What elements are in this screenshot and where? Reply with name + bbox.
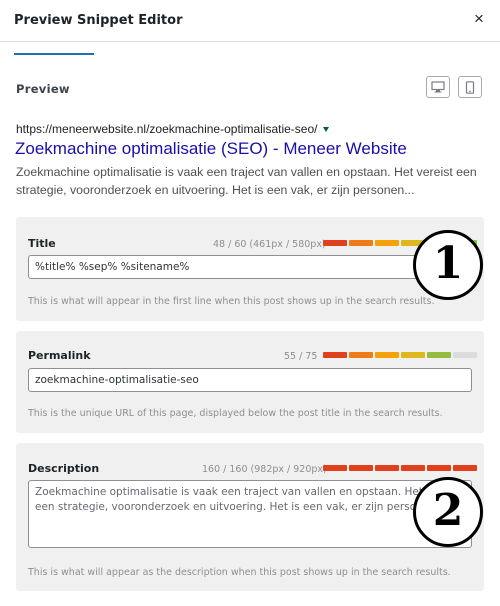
callout-marker-1: 1 [413,230,483,300]
meter-segment [349,352,373,358]
description-char-counter: 160 / 160 (982px / 920px) [202,464,327,475]
meter-segment [375,240,399,246]
meter-segment [323,240,347,246]
meter-segment [427,352,451,358]
preview-heading: Preview [16,82,70,96]
meter-segment [375,465,399,471]
meter-segment [453,465,477,471]
permalink-help-text: This is the unique URL of this page, dis… [28,408,443,419]
description-progress-meter [323,465,477,471]
callout-marker-2: 2 [413,477,483,547]
meter-segment [349,240,373,246]
meter-segment [323,352,347,358]
permalink-field-label: Permalink [28,349,91,362]
close-icon[interactable]: × [470,10,488,28]
snippet-description: Zoekmachine optimalisatie is vaak een tr… [16,165,477,197]
title-help-text: This is what will appear in the first li… [28,296,435,307]
meter-segment [427,465,451,471]
title-field-label: Title [28,237,56,250]
meter-segment [375,352,399,358]
description-field-label: Description [28,462,100,475]
desktop-preview-button[interactable] [426,76,450,98]
modal-header: Preview Snippet Editor × [0,0,500,42]
url-dropdown-icon [323,127,330,133]
active-tab-indicator [14,53,94,55]
meter-segment [323,465,347,471]
snippet-url: https://meneerwebsite.nl/zoekmachine-opt… [16,122,330,136]
snippet-title[interactable]: Zoekmachine optimalisatie (SEO) - Meneer… [15,139,407,159]
mobile-preview-button[interactable] [458,76,482,98]
permalink-char-counter: 55 / 75 [284,351,318,362]
permalink-field-card: Permalink 55 / 75 zoekmachine-optimalisa… [16,331,484,433]
meter-segment [453,352,477,358]
title-char-counter: 48 / 60 (461px / 580px) [213,239,326,250]
modal-title: Preview Snippet Editor [14,13,183,28]
description-textarea[interactable]: Zoekmachine optimalisatie is vaak een tr… [28,480,472,548]
mobile-icon [465,81,475,94]
permalink-input[interactable]: zoekmachine-optimalisatie-seo [28,368,472,392]
title-input[interactable]: %title% %sep% %sitename% [28,255,472,279]
meter-segment [349,465,373,471]
desktop-icon [431,81,445,93]
description-help-text: This is what will appear as the descript… [28,567,451,578]
meter-segment [401,465,425,471]
snippet-url-text: https://meneerwebsite.nl/zoekmachine-opt… [16,122,318,136]
meter-segment [401,352,425,358]
permalink-progress-meter [323,352,477,358]
